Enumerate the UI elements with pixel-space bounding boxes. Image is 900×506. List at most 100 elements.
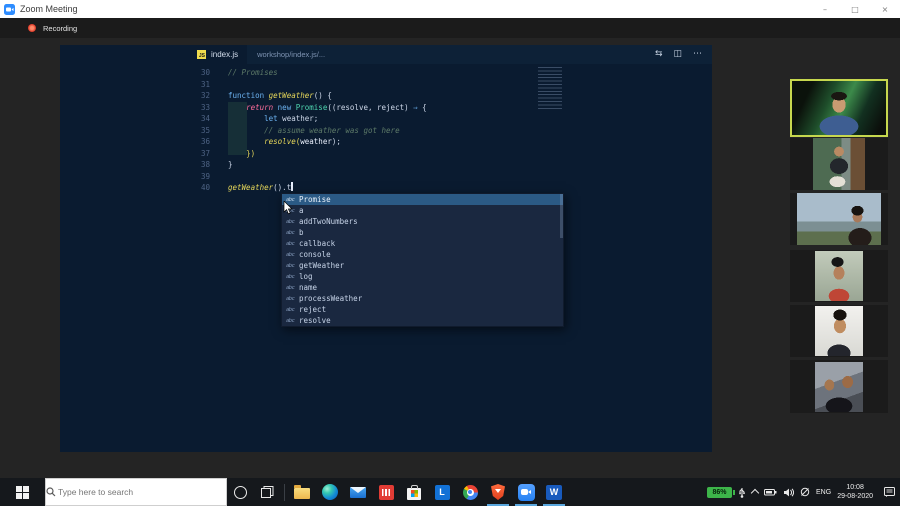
taskbar-app-microsoft-store[interactable] <box>400 478 428 506</box>
taskbar-app-file-explorer[interactable] <box>288 478 316 506</box>
suggestion-Promise[interactable]: abc Promise <box>282 194 563 205</box>
task-view-button[interactable] <box>254 478 281 506</box>
volume-icon[interactable] <box>783 487 795 497</box>
participant-photo <box>815 306 863 356</box>
language-indicator[interactable]: ENG <box>816 489 831 496</box>
cortana-button[interactable] <box>227 478 254 506</box>
start-button[interactable] <box>0 478 45 506</box>
maximize-button[interactable]: □ <box>840 0 870 18</box>
participant-photo <box>815 251 863 301</box>
participant-video-4[interactable] <box>790 250 888 302</box>
suggestion-label: addTwoNumbers <box>299 217 358 226</box>
taskbar-search[interactable] <box>45 478 227 506</box>
window-title-bar: Zoom Meeting – □ × <box>0 0 900 18</box>
participant-video-3[interactable] <box>790 193 888 245</box>
search-input[interactable] <box>56 486 195 498</box>
suggestion-label: callback <box>299 239 336 248</box>
hidden-icons-chevron[interactable] <box>750 488 760 498</box>
suggestion-label: name <box>299 283 318 292</box>
suggestion-processWeather[interactable]: abc processWeather <box>282 293 563 304</box>
word-suggestion-icon: abc <box>286 306 295 313</box>
suggestion-label: Promise <box>299 195 331 204</box>
suggestion-label: getWeather <box>299 261 345 270</box>
taskbar-apps: LW <box>288 478 568 506</box>
minimize-button[interactable]: – <box>810 0 840 18</box>
windows-logo-icon <box>16 485 29 499</box>
word-icon: W <box>546 484 562 500</box>
suggestion-a[interactable]: abc a <box>282 205 563 216</box>
suggestion-name[interactable]: abc name <box>282 282 563 293</box>
suggestion-label: log <box>299 272 313 281</box>
word-suggestion-icon: abc <box>286 317 295 324</box>
system-tray: 86% ENG 10:08 29-08-2020 <box>707 483 900 501</box>
l-app-icon: L <box>434 484 450 500</box>
taskbar-app-word[interactable]: W <box>540 478 568 506</box>
mouse-cursor-icon <box>283 200 293 220</box>
participant-video-2[interactable] <box>790 138 888 190</box>
suggest-scrollbar[interactable] <box>560 194 563 238</box>
taskbar-app-zoom[interactable] <box>512 478 540 506</box>
close-button[interactable]: × <box>870 0 900 18</box>
word-suggestion-icon: abc <box>286 240 295 247</box>
word-suggestion-icon: abc <box>286 273 295 280</box>
suggestion-resolve[interactable]: abc resolve <box>282 315 563 326</box>
suggest-list: abc Promise abc a abc addTwoNumbers abc b abc cal… <box>282 194 563 326</box>
word-suggestion-icon: abc <box>286 251 295 258</box>
usb-icon[interactable] <box>738 487 746 498</box>
file-explorer-icon <box>294 484 310 499</box>
participant-video-1[interactable] <box>790 79 888 137</box>
word-suggestion-icon: abc <box>286 284 295 291</box>
recording-icon <box>28 24 36 32</box>
taskbar-app-mail[interactable] <box>344 478 372 506</box>
participant-video-6[interactable] <box>790 360 888 413</box>
suggestion-label: processWeather <box>299 294 363 303</box>
cortana-icon <box>234 485 247 499</box>
taskbar-separator <box>284 483 285 501</box>
suggestion-label: console <box>299 250 331 259</box>
microsoft-store-icon <box>407 484 421 500</box>
battery-icon[interactable] <box>764 488 777 496</box>
brave-icon <box>491 484 505 500</box>
taskbar-app-chrome[interactable] <box>456 478 484 506</box>
meeting-stage: JS index.js workshop/index.js/... ⇆ ◫ ⋯ … <box>0 38 900 478</box>
word-suggestion-icon: abc <box>286 229 295 236</box>
taskbar-app-l-app[interactable]: L <box>428 478 456 506</box>
task-view-icon <box>261 486 274 498</box>
edge-icon <box>322 484 338 500</box>
participant-video-5[interactable] <box>790 305 888 357</box>
taskbar-app-brave[interactable] <box>484 478 512 506</box>
suggestion-b[interactable]: abc b <box>282 227 563 238</box>
network-icon[interactable] <box>800 487 810 497</box>
suggestion-callback[interactable]: abc callback <box>282 238 563 249</box>
zoom-meeting-window: Zoom Meeting – □ × Recording JS index.js… <box>0 0 900 506</box>
participant-photo <box>813 138 865 190</box>
suggestion-getWeather[interactable]: abc getWeather <box>282 260 563 271</box>
chevron-up-icon <box>750 488 760 498</box>
participant-photo <box>797 193 881 245</box>
zoom-icon <box>517 483 535 501</box>
action-center-button[interactable] <box>884 487 895 497</box>
action-center-icon <box>884 487 895 497</box>
battery-widget[interactable]: 86% <box>707 486 736 498</box>
suggestion-log[interactable]: abc log <box>282 271 563 282</box>
suggestion-console[interactable]: abc console <box>282 249 563 260</box>
autocomplete-widget: abc Promise abc a abc addTwoNumbers abc b abc cal… <box>281 193 564 327</box>
search-icon <box>46 487 56 497</box>
clock[interactable]: 10:08 29-08-2020 <box>837 483 873 501</box>
zoom-app-icon <box>4 3 15 15</box>
windows-taskbar: LW 86% ENG 10:08 29-08-2020 <box>0 478 900 506</box>
suggestion-addTwoNumbers[interactable]: abc addTwoNumbers <box>282 216 563 227</box>
chrome-icon <box>462 484 478 500</box>
suggestion-label: b <box>299 228 304 237</box>
taskbar-app-red-bars-app[interactable] <box>372 478 400 506</box>
suggestion-reject[interactable]: abc reject <box>282 304 563 315</box>
participant-photo <box>815 361 863 412</box>
participant-photo <box>792 81 886 135</box>
suggestion-label: resolve <box>299 316 331 325</box>
meeting-toolbar: Recording <box>0 18 900 38</box>
suggestion-label: a <box>299 206 304 215</box>
taskbar-app-edge[interactable] <box>316 478 344 506</box>
word-suggestion-icon: abc <box>286 262 295 269</box>
mail-icon <box>350 486 366 498</box>
clock-time: 10:08 <box>846 484 864 491</box>
